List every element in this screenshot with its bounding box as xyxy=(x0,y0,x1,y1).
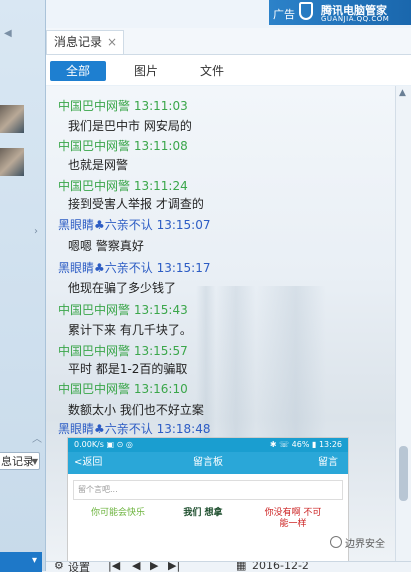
contact-list-strip: ◀ › ︿ 息记录 ▼ ▾ xyxy=(0,0,46,572)
shield-icon xyxy=(299,2,313,20)
sender-name: 中国巴中网警 xyxy=(58,382,131,396)
sender-name: 中国巴中网警 xyxy=(58,179,131,193)
message-header: 黑眼睛♣六亲不认 13:15:17 xyxy=(58,259,211,276)
message-text: 我们是巴中市 网安局的 xyxy=(68,119,192,133)
message-header: 中国巴中网警 13:16:10 xyxy=(58,380,188,397)
close-icon[interactable]: × xyxy=(107,31,117,53)
history-select-label: 息记录 xyxy=(1,455,34,468)
attached-screenshot[interactable]: 0.00K/s ▣ ⊙ ◎ ✱ ☏ 46% ▮ 13:26 <返回 留言板 留言… xyxy=(68,438,348,561)
message-time: 13:15:57 xyxy=(133,344,188,358)
prev-page-icon[interactable]: |◀ xyxy=(108,562,120,572)
message-text: 累计下来 有几千块了。 xyxy=(68,323,192,337)
filter-images[interactable]: 图片 xyxy=(126,61,166,81)
sticker: 你可能会快乐 xyxy=(90,508,145,518)
tab-bar: 消息记录 × xyxy=(46,28,411,55)
next-icon[interactable]: ▶ xyxy=(150,562,158,572)
chevron-down-icon: ▾ xyxy=(31,555,37,566)
phone-status-right: ✱ ☏ 46% ▮ 13:26 xyxy=(269,440,342,449)
ad-label: 广告 xyxy=(273,8,295,21)
ad-brand-url: GUANJIA.QQ.COM xyxy=(321,15,390,23)
message-header: 中国巴中网警 13:15:43 xyxy=(58,301,188,318)
chat-scrollbar[interactable]: ▲ xyxy=(395,86,411,561)
sender-name: 中国巴中网警 xyxy=(58,139,131,153)
filter-bar: 全部 图片 文件 xyxy=(46,55,411,85)
collapse-arrow-icon[interactable]: ◀ xyxy=(4,28,12,39)
sender-name: 黑眼睛♣六亲不认 xyxy=(58,218,153,232)
phone-status-left: 0.00K/s ▣ ⊙ ◎ xyxy=(74,440,133,449)
message-time: 13:15:17 xyxy=(156,261,211,275)
contact-avatar[interactable] xyxy=(0,148,24,176)
message-time: 13:11:08 xyxy=(133,139,188,153)
sender-name: 黑眼睛♣六亲不认 xyxy=(58,261,153,275)
message-text: 接到受害人举报 才调查的 xyxy=(68,197,204,211)
message-text: 也就是网警 xyxy=(68,158,129,172)
chevron-up-icon[interactable]: ︿ xyxy=(32,430,42,445)
message-time: 13:16:10 xyxy=(133,382,188,396)
message-text: 嗯嗯 警察真好 xyxy=(68,239,144,253)
expand-arrow-icon[interactable]: › xyxy=(34,226,38,237)
phone-stickers: 你可能会快乐 我们 想拿 你没有啊 不可能一样 xyxy=(68,504,348,554)
ad-banner[interactable]: 广告 腾讯电脑管家 GUANJIA.QQ.COM xyxy=(269,0,411,25)
message-header: 中国巴中网警 13:11:08 xyxy=(58,137,188,154)
window-topbar: 广告 腾讯电脑管家 GUANJIA.QQ.COM xyxy=(46,0,411,28)
message-time: 13:15:43 xyxy=(133,303,188,317)
phone-status-bar: 0.00K/s ▣ ⊙ ◎ ✱ ☏ 46% ▮ 13:26 xyxy=(68,438,348,452)
watermark-text: 边界安全 xyxy=(345,539,385,550)
filter-all[interactable]: 全部 xyxy=(50,61,106,81)
bottom-toolbar: ⚙ 设置 |◀ ◀ ▶ ▶| ▦ 2016-12-2 xyxy=(46,561,411,572)
watermark-logo-icon xyxy=(330,536,342,548)
sender-name: 中国巴中网警 xyxy=(58,303,131,317)
sticker: 我们 想拿 xyxy=(183,508,223,518)
message-time: 13:11:24 xyxy=(133,179,188,193)
message-header: 中国巴中网警 13:11:03 xyxy=(58,97,188,114)
message-text: 他现在骗了多少钱了 xyxy=(68,281,177,295)
gear-icon[interactable]: ⚙ xyxy=(54,562,64,572)
message-header: 中国巴中网警 13:11:24 xyxy=(58,177,188,194)
message-text: 数额太小 我们也不好立案 xyxy=(68,403,204,417)
calendar-icon[interactable]: ▦ xyxy=(236,562,246,572)
chevron-down-icon: ▼ xyxy=(31,457,38,466)
filter-files[interactable]: 文件 xyxy=(192,61,232,81)
next-page-icon[interactable]: ▶| xyxy=(168,562,180,572)
sender-name: 中国巴中网警 xyxy=(58,344,131,358)
prev-icon[interactable]: ◀ xyxy=(132,562,140,572)
history-select[interactable]: 息记录 ▼ xyxy=(0,452,40,470)
phone-input: 留个言吧... xyxy=(73,480,343,500)
date-field[interactable]: 2016-12-2 xyxy=(252,562,309,572)
message-header: 中国巴中网警 13:15:57 xyxy=(58,342,188,359)
tab-title: 消息记录 xyxy=(54,35,103,49)
message-time: 13:15:07 xyxy=(156,218,211,232)
sender-name: 中国巴中网警 xyxy=(58,99,131,113)
sender-name: 黑眼睛♣六亲不认 xyxy=(58,422,153,436)
message-text: 平时 都是1-2百的骗取 xyxy=(68,362,188,376)
scroll-up-icon[interactable]: ▲ xyxy=(399,88,406,98)
phone-action: 留言 xyxy=(318,457,338,468)
phone-title: 留言板 xyxy=(193,457,223,468)
contact-avatar[interactable] xyxy=(0,105,24,133)
settings-button[interactable]: 设置 xyxy=(68,562,90,572)
scroll-thumb[interactable] xyxy=(399,446,408,501)
send-button[interactable]: ▾ xyxy=(0,552,42,572)
sticker: 你没有啊 不可能一样 xyxy=(264,508,322,529)
phone-nav-bar: <返回 留言板 留言 xyxy=(68,452,348,474)
message-time: 13:18:48 xyxy=(156,422,211,436)
message-header: 黑眼睛♣六亲不认 13:18:48 xyxy=(58,420,211,437)
message-header: 黑眼睛♣六亲不认 13:15:07 xyxy=(58,216,211,233)
watermark: 边界安全 xyxy=(330,535,385,550)
message-time: 13:11:03 xyxy=(133,99,188,113)
message-history-panel: 中国巴中网警 13:11:03 我们是巴中市 网安局的 中国巴中网警 13:11… xyxy=(46,86,395,561)
tab-message-history[interactable]: 消息记录 × xyxy=(46,30,124,54)
